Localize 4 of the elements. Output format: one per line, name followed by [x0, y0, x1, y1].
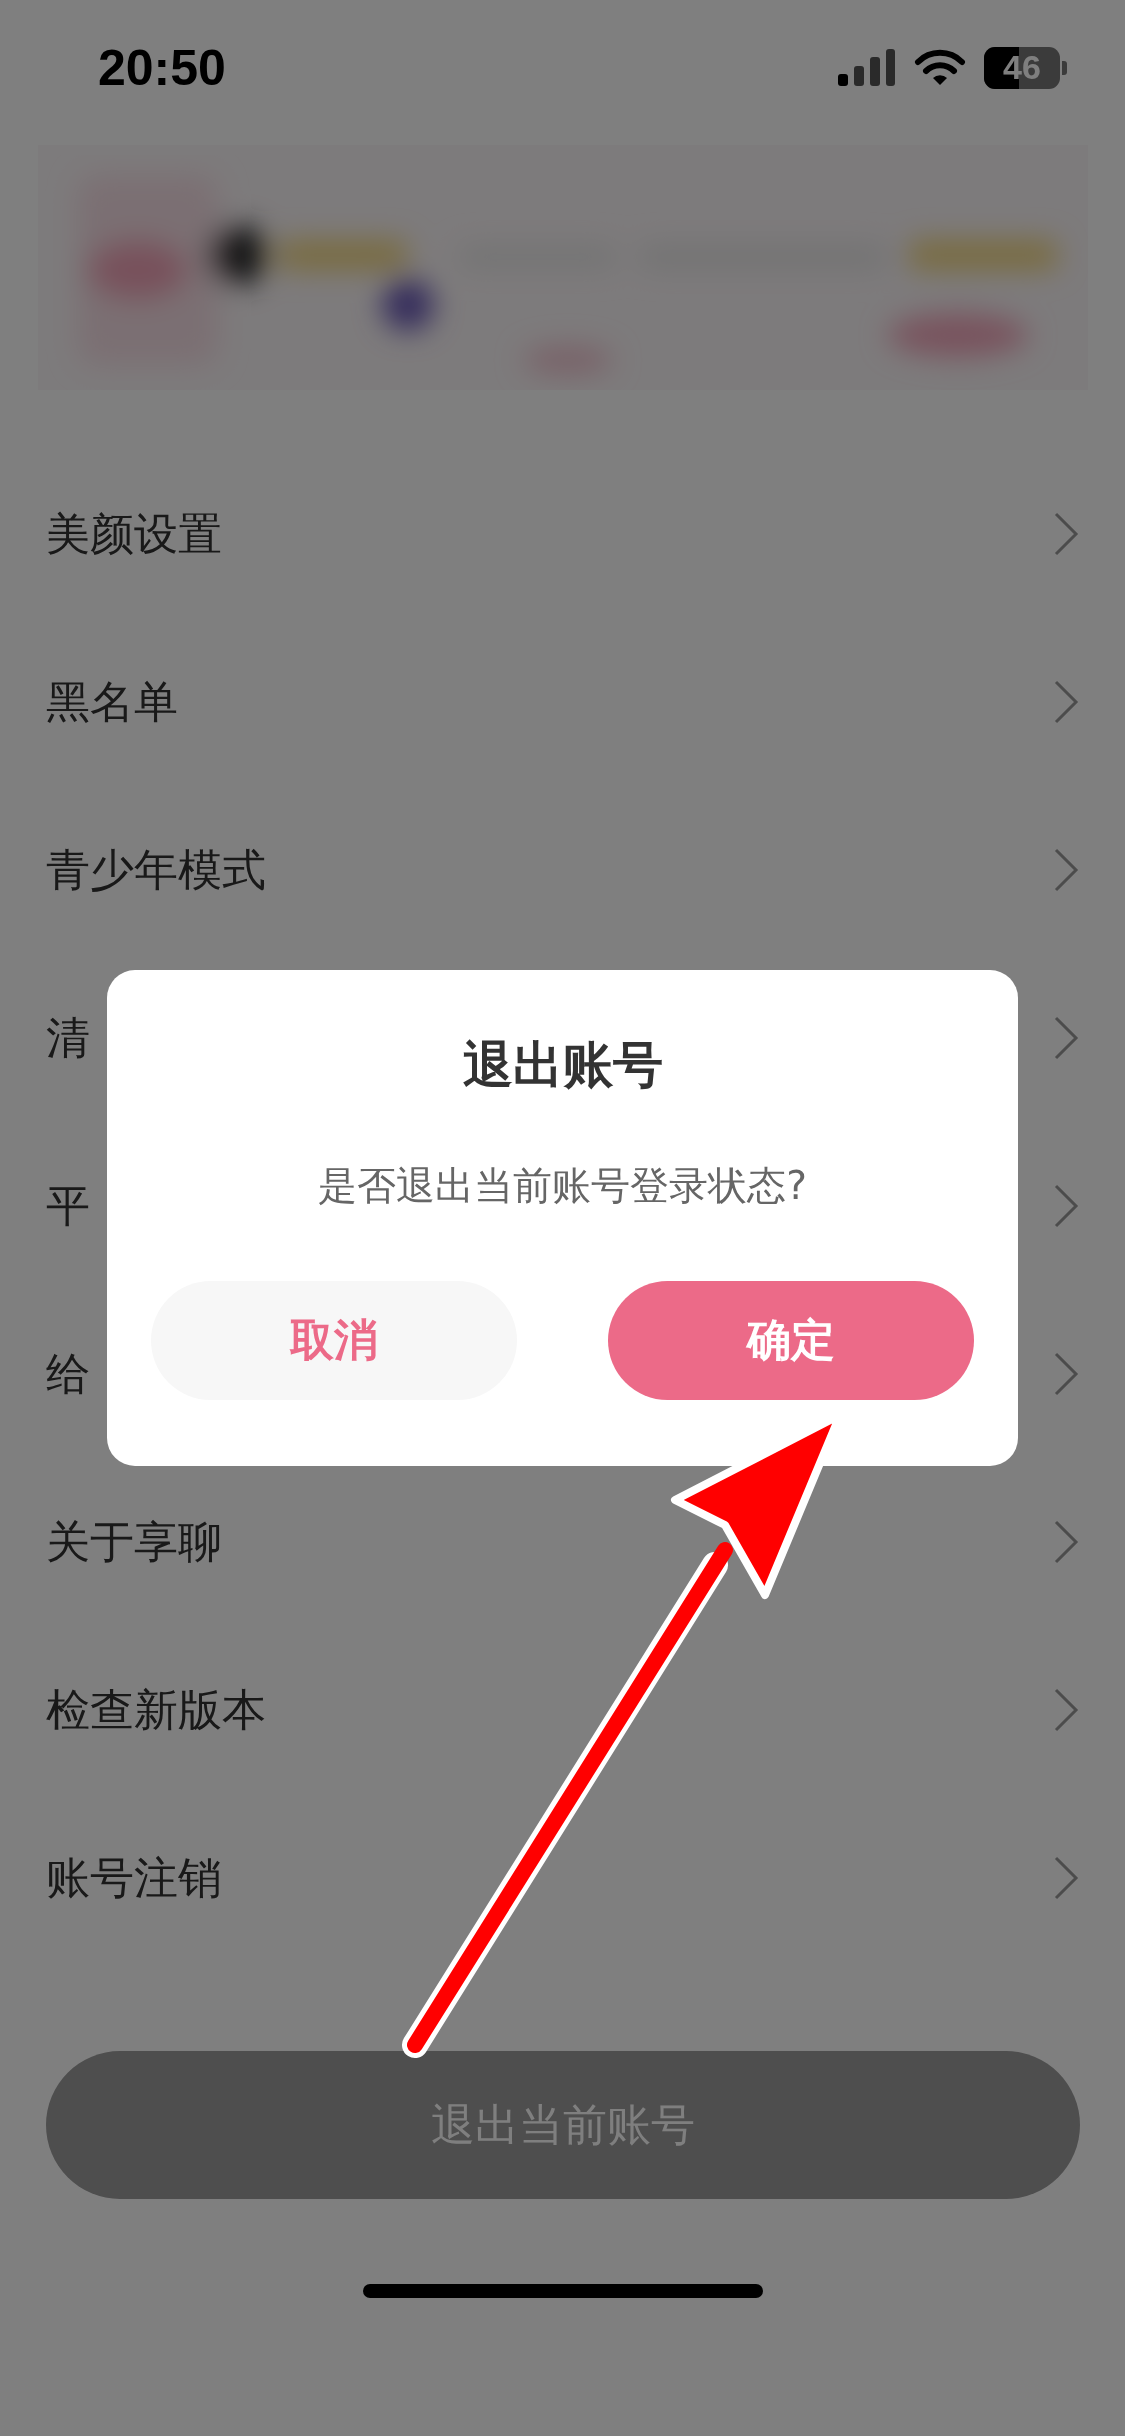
- dialog-message: 是否退出当前账号登录状态?: [318, 1162, 807, 1210]
- battery-text: 46: [1003, 48, 1041, 87]
- status-time: 20:50: [98, 38, 226, 97]
- dialog-title: 退出账号: [462, 1035, 663, 1096]
